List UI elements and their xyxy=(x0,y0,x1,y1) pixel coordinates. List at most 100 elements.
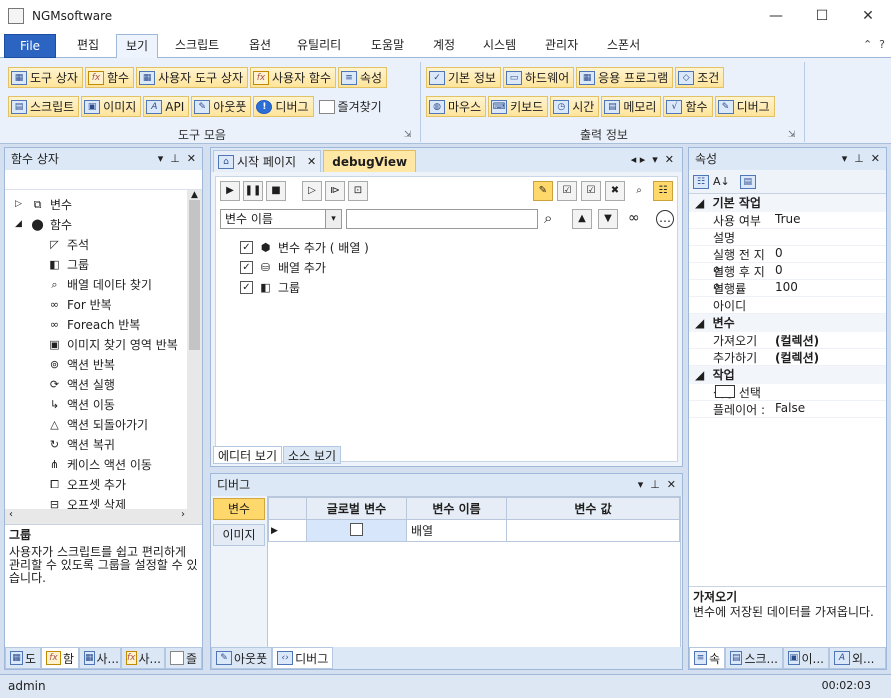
checkbox-checked[interactable]: ✓ xyxy=(240,260,253,274)
application-button[interactable]: ▦ 응용 프로그램 xyxy=(576,67,674,88)
delete-icon[interactable]: ✖ xyxy=(605,181,625,201)
tree-item[interactable]: ↻ 액션 복귀 xyxy=(5,434,202,454)
variable-value-cell[interactable] xyxy=(506,519,680,542)
tree-item[interactable]: ∞ Foreach 반복 xyxy=(5,314,202,334)
bottom-tab-function[interactable]: fx 함 xyxy=(41,647,79,669)
tree-item[interactable]: ∞ For 반복 xyxy=(5,294,202,314)
side-tab-image[interactable]: 이미지 xyxy=(213,524,265,546)
image-button[interactable]: ▣ 이미지 xyxy=(81,96,142,117)
menu-tab-account[interactable]: 계정 xyxy=(424,34,464,58)
check-icon[interactable]: ☑ xyxy=(581,181,601,201)
edit-mode-icon[interactable]: ✎ xyxy=(533,181,553,201)
script-item[interactable]: ✓ ⬢ 변수 추가 ( 배열 ) xyxy=(240,237,369,257)
move-up-icon[interactable]: ▲ xyxy=(572,209,592,229)
tree-item[interactable]: ◸ 주석 xyxy=(5,234,202,254)
favorites-button[interactable]: 즐겨찾기 xyxy=(316,96,387,117)
property-value[interactable] xyxy=(773,297,775,313)
bottom-tab-user-toolbox[interactable]: ▦ 사... xyxy=(79,647,121,669)
properties-button[interactable]: ≡ 속성 xyxy=(338,67,388,88)
categorized-icon[interactable]: ☷ xyxy=(693,174,709,189)
scroll-left-icon[interactable]: ‹ xyxy=(9,509,13,524)
tree-item[interactable]: △ 액션 되돌아가기 xyxy=(5,414,202,434)
panel-window-controls[interactable]: ▾ ⊥ ✕ xyxy=(842,148,880,170)
variable-name-select[interactable]: 변수 이름 ▾ xyxy=(220,209,342,229)
tab-source-view[interactable]: 소스 보기 xyxy=(283,446,341,464)
property-row[interactable]: 실행 전 지연 0 xyxy=(689,246,886,279)
file-menu-button[interactable]: File xyxy=(4,34,56,58)
bottom-tab-api[interactable]: A 외... xyxy=(829,647,886,669)
property-row[interactable]: 아이디 xyxy=(689,297,886,314)
mouse-button[interactable]: ◍ 마우스 xyxy=(426,96,487,117)
tab-editor-view[interactable]: 에디터 보기 xyxy=(213,446,283,464)
menu-tab-system[interactable]: 시스템 xyxy=(474,34,525,58)
property-value[interactable]: 100 xyxy=(773,280,798,296)
toolbox-button[interactable]: ▦ 도구 상자 xyxy=(8,67,83,88)
variable-name-cell[interactable]: 배열 xyxy=(406,519,507,542)
tree-view-icon[interactable]: ☷ xyxy=(653,181,673,201)
property-value[interactable] xyxy=(773,384,775,400)
script-item[interactable]: ✓ ◧ 그룹 xyxy=(240,277,369,297)
category-variable[interactable]: ◢ 변수 xyxy=(689,314,886,332)
property-row[interactable]: 가져오기 (컬렉션) xyxy=(689,332,886,349)
color-swatch[interactable] xyxy=(715,385,735,398)
column-header[interactable]: 변수 값 xyxy=(506,497,680,520)
memory-button[interactable]: ▤ 메모리 xyxy=(601,96,662,117)
tree-item[interactable]: ⧠ 오프셋 추가 xyxy=(5,474,202,494)
expand-arrow-icon[interactable]: ▷ xyxy=(15,199,25,209)
bottom-tab-favorites[interactable]: 즐 xyxy=(165,647,202,669)
property-value[interactable]: True xyxy=(773,212,801,228)
hardware-button[interactable]: ▭ 하드웨어 xyxy=(502,67,575,88)
tree-item[interactable]: ◢ ⬤ 함수 xyxy=(5,214,202,234)
category-job[interactable]: ◢ 작업 xyxy=(689,366,886,384)
property-value[interactable]: (컬렉션) xyxy=(773,332,819,348)
bottom-tab-toolbox[interactable]: ▦ 도 xyxy=(5,647,41,669)
tab-scroll-controls[interactable]: ◂ ▸ ▾ ✕ xyxy=(631,153,674,166)
tree-item[interactable]: ⋔ 케이스 액션 이동 xyxy=(5,454,202,474)
column-header[interactable]: 글로벌 변수 xyxy=(306,497,407,520)
property-row[interactable]: 사용 여부 True xyxy=(689,212,886,229)
keyboard-button[interactable]: ⌨ 키보드 xyxy=(488,96,549,117)
property-row[interactable]: 플레이어 : False xyxy=(689,401,886,418)
basic-info-button[interactable]: ✓ 기본 정보 xyxy=(426,67,501,88)
zoom-icon[interactable]: ⌕ xyxy=(629,181,649,201)
collapse-arrow-icon[interactable]: ◢ xyxy=(15,219,25,229)
menu-tab-admin[interactable]: 관리자 xyxy=(536,34,587,58)
function-button[interactable]: fx 함수 xyxy=(84,67,135,88)
property-value[interactable]: False xyxy=(773,401,805,417)
minimize-icon[interactable]: — xyxy=(753,0,799,32)
property-value[interactable] xyxy=(773,229,775,245)
menu-tab-options[interactable]: 옵션 xyxy=(240,34,280,58)
tree-item[interactable]: ⊚ 액션 반복 xyxy=(5,354,202,374)
menu-tab-sponsor[interactable]: 스폰서 xyxy=(598,34,649,58)
tree-item[interactable]: ⌕ 배열 데이타 찾기 xyxy=(5,274,202,294)
step-into-icon[interactable]: ⧐ xyxy=(325,181,345,201)
tree-item[interactable]: ▷ ⧉ 변수 xyxy=(5,194,202,214)
stop-icon[interactable]: ■ xyxy=(266,181,286,201)
menu-tab-edit[interactable]: 편집 xyxy=(68,34,108,58)
menu-tab-help[interactable]: 도움말 xyxy=(362,34,413,58)
property-row[interactable]: 설명 xyxy=(689,229,886,246)
pause-icon[interactable]: ❚❚ xyxy=(243,181,263,201)
move-down-icon[interactable]: ▼ xyxy=(598,209,618,229)
time-button[interactable]: ◷ 시간 xyxy=(550,96,600,117)
vertical-scrollbar[interactable]: ▲ xyxy=(187,190,202,524)
loop-icon[interactable]: ∞ xyxy=(628,210,640,226)
bottom-tab-script[interactable]: ▤ 스크... xyxy=(725,647,783,669)
debug-button[interactable]: ! 디버그 xyxy=(253,96,314,117)
script-button[interactable]: ▤ 스크립트 xyxy=(8,96,80,117)
column-header[interactable]: 변수 이름 xyxy=(406,497,507,520)
menu-tab-utility[interactable]: 유틸리티 xyxy=(288,34,350,58)
step-play-icon[interactable]: ▷ xyxy=(302,181,322,201)
table-row[interactable]: ▶ 배열 xyxy=(268,519,680,542)
property-row[interactable]: 실행률 100 xyxy=(689,280,886,297)
property-value[interactable]: 0 xyxy=(773,263,783,279)
property-row[interactable]: 추가하기 (컬렉션) xyxy=(689,349,886,366)
side-tab-variables[interactable]: 변수 xyxy=(213,498,265,520)
function-search-input[interactable] xyxy=(5,170,202,190)
search-input[interactable] xyxy=(346,209,538,229)
search-icon[interactable]: ⌕ xyxy=(544,209,552,227)
tab-debugview[interactable]: debugView xyxy=(323,150,417,172)
property-value[interactable]: (컬렉션) xyxy=(773,349,819,365)
sort-alpha-icon[interactable]: A↓ xyxy=(713,175,730,188)
category-basic[interactable]: ◢ 기본 작업 xyxy=(689,194,886,212)
